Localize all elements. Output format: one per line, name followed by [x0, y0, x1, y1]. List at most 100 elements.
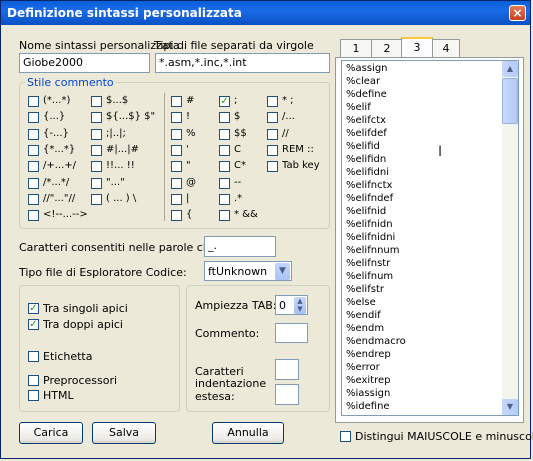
comment-input[interactable] — [275, 323, 308, 343]
comment-style-checkbox[interactable] — [219, 193, 230, 205]
list-item[interactable]: %iassign — [346, 388, 390, 399]
comment-style-checkbox[interactable] — [171, 112, 182, 124]
comment-style-checkbox[interactable] — [171, 144, 182, 156]
extensions-input[interactable]: *.asm,*.inc,*.int — [155, 53, 330, 73]
save-button[interactable]: Salva — [92, 422, 156, 444]
comment-style-checkbox[interactable] — [267, 96, 278, 107]
comment-style-checkbox[interactable] — [28, 177, 39, 189]
comment-style-checkbox[interactable] — [171, 128, 182, 140]
comment-style-checkbox[interactable] — [267, 128, 278, 140]
tab-2[interactable]: 2 — [371, 39, 403, 58]
spin-arrows-icon[interactable]: ▲ ▼ — [294, 297, 306, 314]
chevron-down-icon[interactable]: ▼ — [275, 263, 290, 280]
list-item[interactable]: %elifid — [346, 141, 380, 152]
comment-style-checkbox[interactable] — [91, 177, 102, 189]
comment-style-checkbox[interactable] — [28, 112, 39, 124]
comment-style-checkbox[interactable] — [91, 112, 102, 124]
scroll-down-icon[interactable]: ▼ — [502, 399, 518, 415]
window-title: Definizione sintassi personalizzata — [7, 6, 242, 20]
tab-width-spinner[interactable]: 0 ▲ ▼ — [275, 295, 308, 315]
scroll-thumb[interactable] — [502, 78, 518, 124]
comment-style-checkbox[interactable] — [219, 112, 230, 124]
list-item[interactable]: %elifnidn — [346, 219, 393, 230]
comment-style-checkbox[interactable] — [219, 128, 230, 140]
html-checkbox[interactable] — [28, 390, 39, 401]
list-item[interactable]: %idefine — [346, 401, 390, 412]
allowed-chars-input[interactable]: _. — [204, 236, 276, 257]
comment-style-checkbox[interactable] — [91, 128, 102, 140]
tab-1[interactable]: 1 — [340, 39, 372, 58]
list-item[interactable]: %elifnnum — [346, 245, 400, 256]
comment-style-checkbox[interactable] — [219, 161, 230, 173]
comment-style-checkbox[interactable] — [267, 112, 278, 124]
list-item[interactable]: %endmacro — [346, 336, 406, 347]
list-item[interactable]: %elifnctx — [346, 180, 392, 191]
comment-style-checkbox[interactable] — [219, 177, 230, 189]
comment-style-checkbox[interactable] — [28, 161, 39, 173]
list-item[interactable]: %elifdef — [346, 128, 387, 139]
indent-label-3: estesa: — [195, 390, 235, 403]
comment-style-checkbox[interactable] — [28, 144, 39, 156]
comment-style-label: /+...+/ — [43, 160, 77, 172]
comment-style-checkbox[interactable] — [91, 144, 102, 156]
tab-width-label: Ampiezza TAB: — [195, 299, 277, 312]
comment-style-checkbox[interactable] — [171, 193, 182, 205]
comment-style-label: /... — [282, 111, 295, 123]
comment-style-checkbox[interactable] — [91, 193, 102, 205]
comment-style-checkbox[interactable] — [171, 161, 182, 173]
list-item[interactable]: %elifidni — [346, 167, 389, 178]
comment-style-checkbox[interactable] — [91, 161, 102, 173]
list-item[interactable]: %elifnidni — [346, 232, 395, 243]
comment-style-checkbox[interactable] — [267, 161, 278, 173]
list-item[interactable]: %error — [346, 362, 380, 373]
comment-style-checkbox[interactable] — [171, 96, 182, 107]
comment-style-checkbox[interactable] — [28, 210, 39, 222]
list-item[interactable]: %elifctx — [346, 115, 386, 126]
comment-style-label: REM :: — [282, 143, 314, 155]
close-icon[interactable]: × — [509, 5, 526, 21]
list-item[interactable]: %elifnum — [346, 271, 393, 282]
scroll-up-icon[interactable]: ▲ — [502, 61, 518, 77]
title-bar[interactable]: Definizione sintassi personalizzata × — [1, 1, 530, 25]
dialog-window: Definizione sintassi personalizzata × No… — [0, 0, 533, 459]
list-item[interactable]: %elifstr — [346, 284, 384, 295]
indent-input-2[interactable] — [275, 384, 299, 405]
list-item[interactable]: %elifidn — [346, 154, 386, 165]
list-item[interactable]: %elifnstr — [346, 258, 390, 269]
comment-style-checkbox[interactable] — [171, 177, 182, 189]
explorer-type-select[interactable]: ftUnknown ▼ — [204, 261, 292, 281]
cancel-button[interactable]: Annulla — [212, 422, 284, 444]
preprocessors-checkbox[interactable] — [28, 375, 39, 386]
single-quotes-checkbox[interactable]: ✓ — [28, 303, 39, 314]
double-quotes-checkbox[interactable]: ✓ — [28, 319, 39, 330]
comment-style-checkbox[interactable] — [171, 210, 182, 222]
comment-style-checkbox[interactable] — [91, 96, 102, 107]
comment-style-checkbox[interactable] — [28, 128, 39, 140]
case-sensitive-checkbox[interactable] — [340, 431, 351, 442]
comment-style-checkbox[interactable] — [267, 144, 278, 156]
list-item[interactable]: %else — [346, 297, 376, 308]
comment-style-checkbox[interactable] — [28, 193, 39, 205]
list-item[interactable]: %assign — [346, 63, 388, 74]
indent-input-1[interactable] — [275, 359, 299, 380]
list-item[interactable]: %define — [346, 89, 387, 100]
list-item[interactable]: %endrep — [346, 349, 391, 360]
list-item[interactable]: %elif — [346, 102, 371, 113]
list-item[interactable]: %elifndef — [346, 193, 393, 204]
list-item[interactable]: %endm — [346, 323, 384, 334]
comment-style-checkbox[interactable] — [219, 144, 230, 156]
list-item[interactable]: %elifnid — [346, 206, 386, 217]
comment-style-checkbox[interactable] — [219, 210, 230, 222]
syntax-name-input[interactable]: Giobe2000 — [19, 53, 150, 73]
list-item[interactable]: %exitrep — [346, 375, 391, 386]
comment-style-checkbox[interactable]: ✓ — [219, 96, 230, 107]
tab-4[interactable]: 4 — [432, 39, 460, 58]
list-item[interactable]: %clear — [346, 76, 380, 87]
keyword-scrollbar[interactable]: ▲ ▼ — [502, 61, 518, 415]
load-button[interactable]: Carica — [19, 422, 83, 444]
label-checkbox[interactable] — [28, 351, 39, 362]
comment-style-checkbox[interactable] — [28, 96, 39, 107]
keyword-list[interactable]: %assign %clear %define %elif %elifctx %elifde… — [341, 60, 519, 416]
list-item[interactable]: %endif — [346, 310, 381, 321]
tab-3[interactable]: 3 — [401, 37, 433, 58]
